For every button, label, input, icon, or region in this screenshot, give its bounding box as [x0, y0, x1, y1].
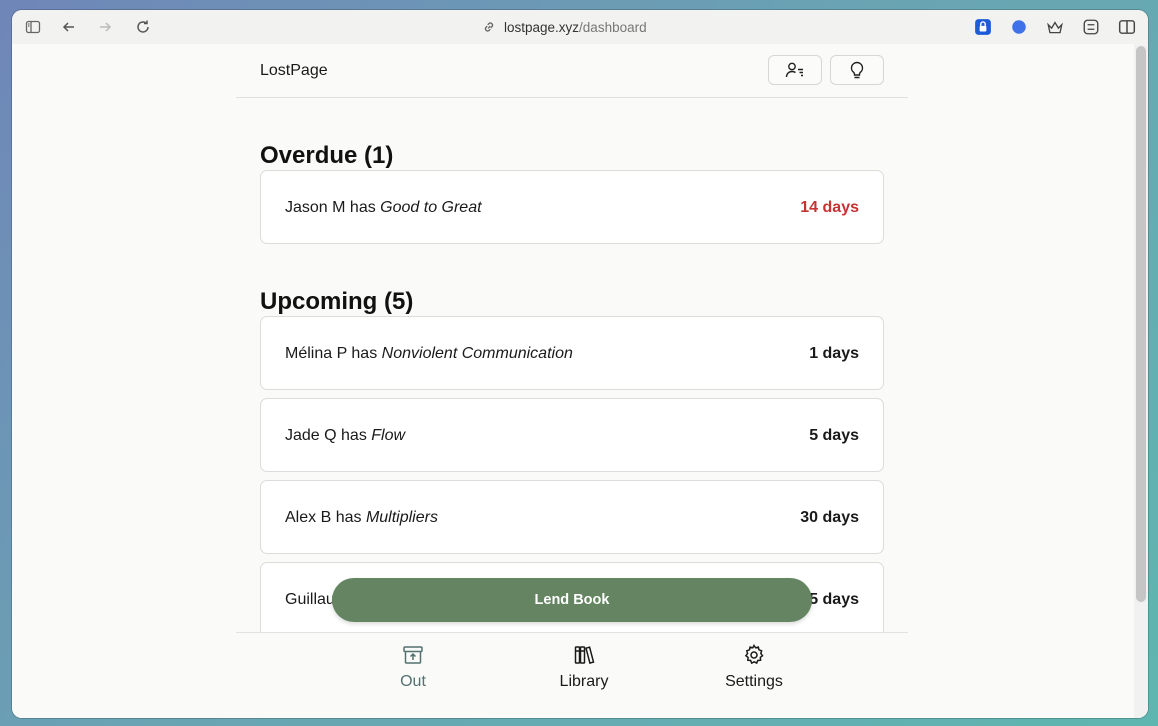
app-header: LostPage: [236, 44, 908, 98]
url-domain: lostpage.xyz: [504, 19, 580, 35]
nav-settings-label: Settings: [725, 673, 783, 690]
brand-title[interactable]: LostPage: [260, 62, 328, 80]
book-title: Multipliers: [365, 509, 438, 526]
scrollbar-thumb[interactable]: [1136, 46, 1146, 602]
link-icon: [484, 22, 494, 32]
split-view-icon[interactable]: [1118, 18, 1136, 36]
borrower-text: Jason M has: [285, 199, 381, 216]
password-extension-icon[interactable]: [974, 18, 992, 36]
browser-window: lostpage.xyz/dashboard LostPage Overdue …: [12, 10, 1148, 718]
nav-out[interactable]: Out: [353, 643, 473, 703]
borrowers-button[interactable]: [768, 55, 822, 85]
loan-card[interactable]: Mélina P has Nonviolent Communication 1 …: [260, 316, 884, 390]
due-days: 30 days: [800, 509, 859, 526]
lend-book-button[interactable]: Lend Book: [332, 578, 812, 622]
overdue-days: 14 days: [800, 199, 859, 216]
loan-description: Jade Q has Flow: [285, 427, 405, 445]
nav-out-label: Out: [400, 673, 426, 690]
nav-library[interactable]: Library: [524, 643, 644, 703]
book-title: Flow: [371, 427, 406, 444]
forward-icon[interactable]: [96, 18, 114, 36]
sidebar-toggle-icon[interactable]: [24, 18, 42, 36]
nav-library-label: Library: [559, 673, 609, 690]
loan-description: Guillau: [285, 591, 335, 609]
book-title: Good to Great: [380, 199, 482, 216]
due-days: 1 days: [809, 345, 859, 362]
crown-extension-icon[interactable]: [1046, 18, 1064, 36]
browser-toolbar: lostpage.xyz/dashboard: [12, 10, 1148, 44]
due-days: 5 days: [809, 591, 859, 608]
address-bar[interactable]: lostpage.xyz/dashboard: [482, 18, 647, 36]
nav-settings[interactable]: Settings: [694, 643, 814, 703]
book-title: Nonviolent Communication: [381, 345, 573, 362]
loan-card-overdue[interactable]: Jason M has Good to Great 14 days: [260, 170, 884, 244]
borrower-text: Alex B has: [285, 509, 366, 526]
back-icon[interactable]: [60, 18, 78, 36]
borrower-text: Guillau: [285, 591, 335, 608]
overdue-heading: Overdue (1): [260, 142, 394, 169]
loan-description: Mélina P has Nonviolent Communication: [285, 345, 573, 363]
borrower-text: Mélina P has: [285, 345, 382, 362]
loan-card[interactable]: Alex B has Multipliers 30 days: [260, 480, 884, 554]
blue-dot-extension-icon[interactable]: [1010, 18, 1028, 36]
archive-upload-icon: [403, 646, 423, 664]
ideas-button[interactable]: [830, 55, 884, 85]
loan-description: Alex B has Multipliers: [285, 509, 438, 527]
upcoming-heading: Upcoming (5): [260, 288, 414, 315]
reload-icon[interactable]: [134, 18, 152, 36]
tab-extension-icon[interactable]: [1082, 18, 1100, 36]
page-viewport: LostPage Overdue (1) Jason M has Good to…: [12, 44, 1148, 718]
gear-icon: [744, 644, 764, 665]
bottom-nav: Out Library Settings: [236, 632, 908, 718]
loan-card[interactable]: Jade Q has Flow 5 days: [260, 398, 884, 472]
borrower-text: Jade Q has: [285, 427, 372, 444]
url-path: /dashboard: [579, 19, 647, 35]
library-books-icon: [574, 646, 595, 665]
lightbulb-icon: [850, 61, 864, 79]
due-days: 5 days: [809, 427, 859, 444]
loan-description: Jason M has Good to Great: [285, 199, 482, 217]
user-list-icon: [785, 62, 803, 78]
